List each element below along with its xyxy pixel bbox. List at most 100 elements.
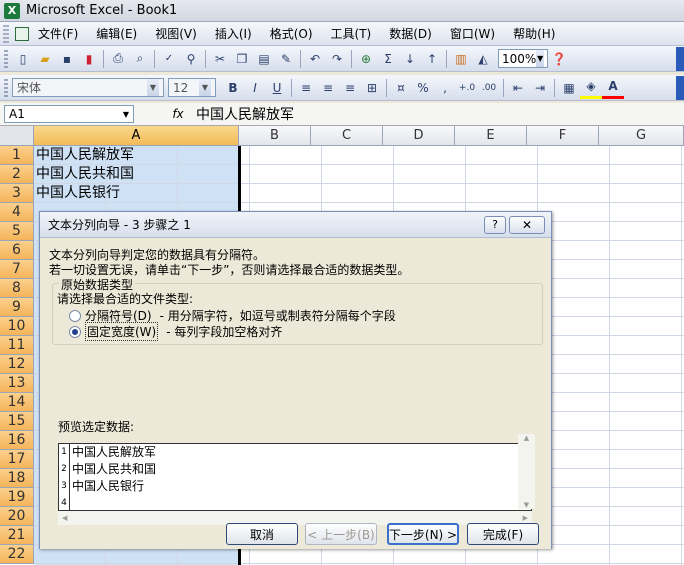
- increase-decimal-icon[interactable]: +.0: [456, 77, 478, 99]
- column-header-f[interactable]: F: [527, 126, 599, 146]
- percent-button[interactable]: %: [412, 77, 434, 99]
- cut-icon[interactable]: ✂: [209, 48, 231, 70]
- menu-help[interactable]: 帮助(H): [504, 23, 564, 44]
- row-header[interactable]: 17: [0, 450, 34, 469]
- radio-delimited[interactable]: [69, 309, 81, 322]
- formula-input[interactable]: 中国人民解放军: [196, 104, 294, 124]
- cell-a2[interactable]: 中国人民共和国: [36, 165, 134, 184]
- menu-window[interactable]: 窗口(W): [441, 23, 504, 44]
- workbook-icon[interactable]: [15, 26, 29, 41]
- column-header-g[interactable]: G: [599, 126, 684, 146]
- row-header[interactable]: 3: [0, 184, 34, 203]
- row-header[interactable]: 4: [0, 203, 34, 222]
- row-header[interactable]: 13: [0, 374, 34, 393]
- open-icon[interactable]: ▰: [34, 48, 56, 70]
- column-header-b[interactable]: B: [239, 126, 311, 146]
- italic-button[interactable]: I: [244, 77, 266, 99]
- permission-icon[interactable]: ▮: [78, 48, 100, 70]
- name-box[interactable]: A1 ▼: [4, 105, 134, 123]
- menu-file[interactable]: 文件(F): [29, 23, 87, 44]
- column-header-d[interactable]: D: [383, 126, 455, 146]
- chevron-down-icon[interactable]: ▼: [536, 50, 544, 67]
- increase-indent-icon[interactable]: ⇥: [529, 77, 551, 99]
- zoom-select[interactable]: 100% ▼: [498, 49, 548, 68]
- menu-view[interactable]: 视图(V): [146, 23, 206, 44]
- row-header[interactable]: 7: [0, 260, 34, 279]
- row-header[interactable]: 8: [0, 279, 34, 298]
- copy-icon[interactable]: ❐: [231, 48, 253, 70]
- print-icon[interactable]: ⎙: [107, 48, 129, 70]
- sort-descending-icon[interactable]: ↑: [421, 48, 443, 70]
- research-icon[interactable]: ⚲: [180, 48, 202, 70]
- option-fixed-width-label[interactable]: 固定宽度(W): [85, 322, 159, 341]
- menu-grip[interactable]: [3, 24, 9, 43]
- font-color-icon[interactable]: A: [602, 77, 624, 99]
- finish-button[interactable]: 完成(F): [467, 523, 539, 545]
- save-icon[interactable]: ▪: [56, 48, 78, 70]
- scroll-right-icon[interactable]: ▶: [523, 514, 528, 522]
- underline-button[interactable]: U: [266, 77, 288, 99]
- drawing-icon[interactable]: ◭: [472, 48, 494, 70]
- toolbar-options-icon[interactable]: [676, 75, 684, 100]
- preview-vertical-scrollbar[interactable]: ▲ ▼: [518, 434, 535, 509]
- spelling-icon[interactable]: ✓: [158, 48, 180, 70]
- row-header[interactable]: 19: [0, 488, 34, 507]
- next-button[interactable]: 下一步(N) >: [387, 523, 459, 545]
- menu-data[interactable]: 数据(D): [380, 23, 441, 44]
- select-all-corner[interactable]: [0, 126, 34, 146]
- row-header[interactable]: 10: [0, 317, 34, 336]
- merge-center-icon[interactable]: ⊞: [361, 77, 383, 99]
- data-preview[interactable]: 1 中国人民解放军 2 中国人民共和国 3 中国人民银行 4: [58, 443, 532, 512]
- row-header[interactable]: 12: [0, 355, 34, 374]
- row-header[interactable]: 9: [0, 298, 34, 317]
- row-header[interactable]: 22: [0, 545, 34, 564]
- decrease-indent-icon[interactable]: ⇤: [507, 77, 529, 99]
- borders-icon[interactable]: ▦: [558, 77, 580, 99]
- bold-button[interactable]: B: [222, 77, 244, 99]
- scroll-left-icon[interactable]: ◀: [62, 514, 67, 522]
- cell-a1[interactable]: 中国人民解放军: [36, 146, 134, 165]
- menu-tools[interactable]: 工具(T): [322, 23, 381, 44]
- dialog-help-button[interactable]: ?: [484, 215, 506, 234]
- column-header-a[interactable]: A: [34, 126, 239, 146]
- decrease-decimal-icon[interactable]: .00: [478, 77, 500, 99]
- comma-button[interactable]: ,: [434, 77, 456, 99]
- toolbar-options-icon[interactable]: [676, 46, 684, 71]
- row-header[interactable]: 1: [0, 146, 34, 165]
- chevron-down-icon[interactable]: ▼: [147, 79, 159, 96]
- autosum-icon[interactable]: Σ: [377, 48, 399, 70]
- hyperlink-icon[interactable]: ⊕: [355, 48, 377, 70]
- fill-color-icon[interactable]: ◈: [580, 77, 602, 99]
- row-header[interactable]: 18: [0, 469, 34, 488]
- chevron-down-icon[interactable]: ▼: [123, 110, 129, 119]
- row-header[interactable]: 11: [0, 336, 34, 355]
- insert-function-icon[interactable]: fx: [166, 107, 190, 121]
- toolbar-grip[interactable]: [4, 49, 8, 68]
- row-header[interactable]: 14: [0, 393, 34, 412]
- redo-icon[interactable]: ↷: [326, 48, 348, 70]
- radio-fixed-width[interactable]: [69, 325, 81, 338]
- sort-ascending-icon[interactable]: ↓: [399, 48, 421, 70]
- dialog-close-button[interactable]: ✕: [509, 215, 545, 234]
- paste-icon[interactable]: ▤: [253, 48, 275, 70]
- chart-wizard-icon[interactable]: ▥: [450, 48, 472, 70]
- toolbar-grip[interactable]: [4, 78, 8, 97]
- font-size-select[interactable]: 12 ▼: [168, 78, 216, 97]
- undo-icon[interactable]: ↶: [304, 48, 326, 70]
- align-right-icon[interactable]: ≡: [339, 77, 361, 99]
- format-painter-icon[interactable]: ✎: [275, 48, 297, 70]
- font-name-select[interactable]: 宋体 ▼: [12, 78, 164, 97]
- row-header[interactable]: 16: [0, 431, 34, 450]
- align-left-icon[interactable]: ≡: [295, 77, 317, 99]
- row-header[interactable]: 6: [0, 241, 34, 260]
- help-icon[interactable]: ❓: [548, 48, 570, 70]
- print-preview-icon[interactable]: ⌕: [129, 48, 151, 70]
- menu-insert[interactable]: 插入(I): [206, 23, 261, 44]
- row-header[interactable]: 2: [0, 165, 34, 184]
- scroll-down-icon[interactable]: ▼: [524, 501, 529, 509]
- column-header-e[interactable]: E: [455, 126, 527, 146]
- menu-edit[interactable]: 编辑(E): [87, 23, 146, 44]
- align-center-icon[interactable]: ≡: [317, 77, 339, 99]
- new-icon[interactable]: ▯: [12, 48, 34, 70]
- chevron-down-icon[interactable]: ▼: [199, 79, 211, 96]
